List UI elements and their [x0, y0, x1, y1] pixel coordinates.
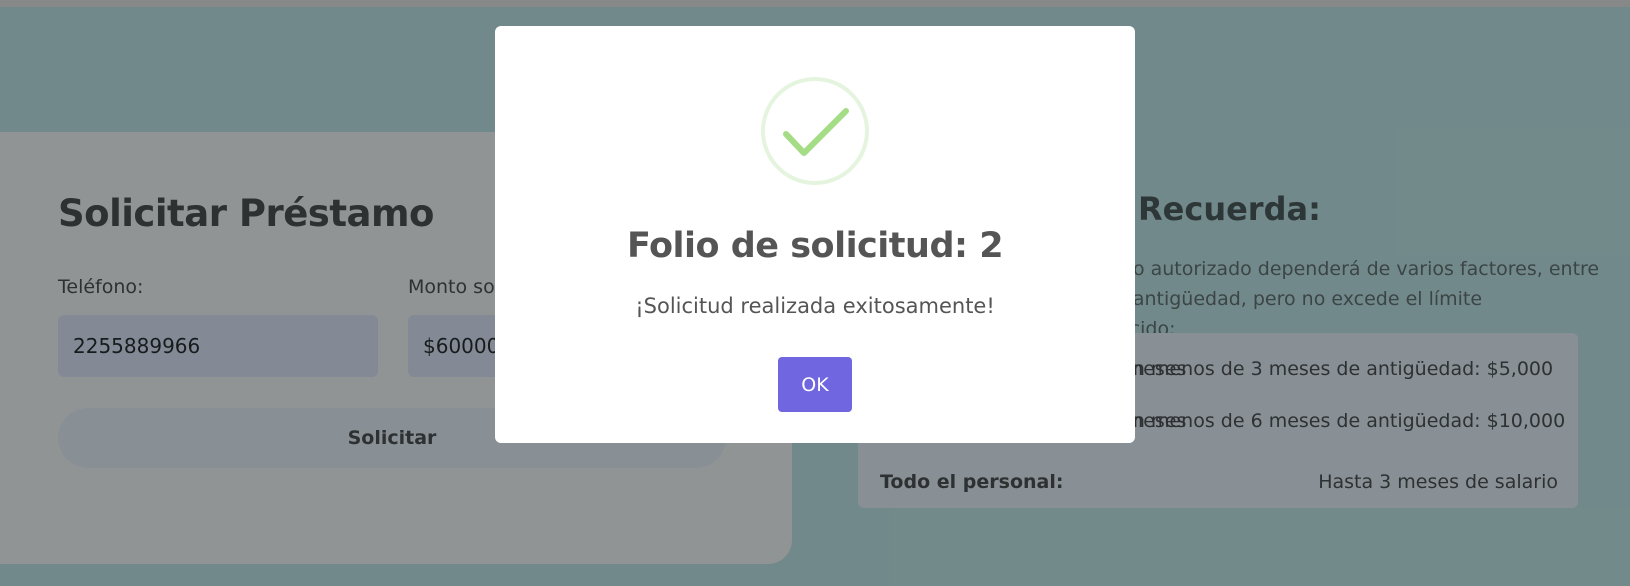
- ok-button[interactable]: OK: [778, 357, 852, 412]
- dialog-title: Folio de solicitud: 2: [626, 226, 1004, 266]
- check-circle-icon: [761, 77, 869, 185]
- success-dialog: Folio de solicitud: 2 ¡Solicitud realiza…: [495, 26, 1135, 443]
- dialog-message: ¡Solicitud realizada exitosamente!: [635, 294, 995, 318]
